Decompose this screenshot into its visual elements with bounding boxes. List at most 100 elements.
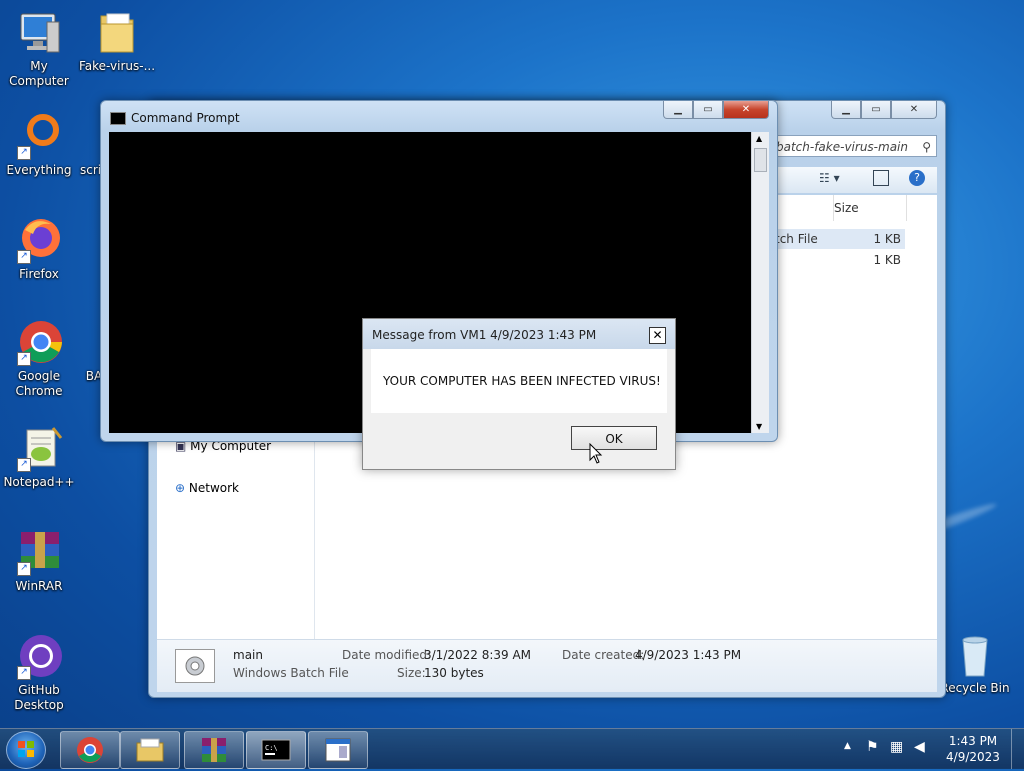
minimize-button[interactable]: ▁ xyxy=(663,101,693,119)
minimize-button[interactable]: ▁ xyxy=(831,101,861,119)
taskbar-chrome[interactable] xyxy=(60,731,120,769)
cmd-window-title: Command Prompt xyxy=(131,111,240,125)
batch-file-large-icon xyxy=(175,649,215,683)
help-icon[interactable]: ? xyxy=(909,170,925,186)
desktop-icon-script[interactable]: scri xyxy=(60,112,100,178)
close-icon: ✕ xyxy=(652,328,663,342)
file-row[interactable]: 1 KB xyxy=(775,250,905,270)
shortcut-arrow-icon: ↗ xyxy=(17,458,31,472)
shortcut-arrow-icon: ↗ xyxy=(17,146,31,160)
dialog-close-button[interactable]: ✕ xyxy=(649,327,666,344)
network-icon: ⊕ xyxy=(175,481,186,495)
desktop-icon-github[interactable]: ↗ GitHub Desktop xyxy=(0,632,78,713)
maximize-button[interactable]: ▭ xyxy=(861,101,891,119)
desktop-icon-label: Notepad++ xyxy=(3,475,75,489)
desktop-icon-notepadpp[interactable]: ↗ Notepad++ xyxy=(0,424,78,490)
vertical-scrollbar[interactable]: ▲ ▼ xyxy=(751,132,769,433)
minimize-icon: ▁ xyxy=(842,104,850,115)
desktop-icon-label: Fake-virus-... xyxy=(78,59,156,73)
notepadpp-icon: ↗ xyxy=(15,424,63,472)
desktop-icon-fake-virus-folder[interactable]: Fake-virus-... xyxy=(78,8,156,74)
volume-muted-icon[interactable]: ◀ xyxy=(914,739,925,755)
everything-icon: ↗ xyxy=(15,112,63,160)
taskbar-winrar[interactable] xyxy=(184,731,244,769)
shortcut-arrow-icon: ↗ xyxy=(17,562,31,576)
maximize-icon: ▭ xyxy=(703,104,713,115)
recycle-bin-icon xyxy=(951,630,999,678)
file-type: tch File xyxy=(775,232,818,246)
dialog-body: YOUR COMPUTER HAS BEEN INFECTED VIRUS! xyxy=(371,349,667,413)
desktop-icon-label: Firefox xyxy=(19,267,59,281)
address-bar[interactable]: batch-fake-virus-main ⚲ xyxy=(769,135,937,157)
size-value: 130 bytes xyxy=(424,666,484,680)
maximize-icon: ▭ xyxy=(871,104,881,115)
clock[interactable]: 1:43 PM 4/9/2023 xyxy=(940,733,1006,765)
preview-pane-icon[interactable] xyxy=(873,170,889,186)
date-created-value: 4/9/2023 1:43 PM xyxy=(635,648,742,662)
desktop-icon-label: My Computer xyxy=(9,59,69,88)
file-size: 1 KB xyxy=(873,232,901,246)
cmd-caption-buttons: ▁ ▭ ✕ xyxy=(663,101,769,119)
file-row[interactable]: tch File 1 KB xyxy=(775,229,905,249)
shortcut-arrow-icon: ↗ xyxy=(17,352,31,366)
winrar-icon xyxy=(202,738,226,762)
show-hidden-icons-icon[interactable]: ▲ xyxy=(844,741,851,751)
taskbar: C:\ ▲ ⚑ ▦ ◀ 1:43 PM 4/9/2023 xyxy=(0,728,1024,769)
desktop-icon-chrome[interactable]: ↗ Google Chrome xyxy=(0,318,78,399)
desktop-icon-label: Google Chrome xyxy=(15,369,63,398)
toolbar: ☷ ▾ ? xyxy=(775,167,937,193)
minimize-icon: ▁ xyxy=(674,104,682,115)
close-button[interactable]: ✕ xyxy=(723,101,769,119)
svg-text:C:\: C:\ xyxy=(265,744,278,752)
desktop-icon-winrar[interactable]: ↗ WinRAR xyxy=(0,528,78,594)
cmd-title-icon xyxy=(110,112,126,125)
folder-icon xyxy=(136,738,164,762)
close-icon: ✕ xyxy=(741,104,751,115)
start-button[interactable] xyxy=(6,731,46,769)
scroll-up-icon[interactable]: ▲ xyxy=(756,134,762,143)
details-pane: main Windows Batch File Date modified: 3… xyxy=(157,639,937,692)
network-status-icon[interactable]: ▦ xyxy=(890,739,903,755)
my-computer-icon xyxy=(15,8,63,56)
desktop-icon-label: scri xyxy=(80,163,100,177)
explorer-caption-buttons: ▁ ▭ ✕ xyxy=(831,101,937,119)
close-button[interactable]: ✕ xyxy=(891,101,937,119)
message-dialog[interactable]: Message from VM1 4/9/2023 1:43 PM ✕ YOUR… xyxy=(362,318,676,470)
close-icon: ✕ xyxy=(909,104,919,115)
desktop-icon-my-computer[interactable]: My Computer xyxy=(0,8,78,89)
date-created-label: Date created: xyxy=(562,648,645,662)
chrome-icon xyxy=(77,737,103,763)
github-icon: ↗ xyxy=(15,632,63,680)
window-app-icon xyxy=(325,738,351,762)
view-options-icon[interactable]: ☷ ▾ xyxy=(819,171,840,185)
search-icon[interactable]: ⚲ xyxy=(922,136,931,158)
script-file-icon xyxy=(70,112,90,160)
desktop-icon-recycle-bin[interactable]: Recycle Bin xyxy=(936,630,1014,696)
chrome-icon: ↗ xyxy=(15,318,63,366)
windows-logo-icon xyxy=(18,741,34,757)
desktop-icon-label: WinRAR xyxy=(15,579,63,593)
ok-button[interactable]: OK xyxy=(571,426,657,450)
clock-date: 4/9/2023 xyxy=(946,750,1000,764)
column-header-size[interactable]: Size xyxy=(833,195,907,221)
desktop-icon-label: GitHub Desktop xyxy=(14,683,64,712)
taskbar-app[interactable] xyxy=(308,731,368,769)
scroll-down-icon[interactable]: ▼ xyxy=(756,422,762,431)
scroll-thumb[interactable] xyxy=(754,148,767,172)
maximize-button[interactable]: ▭ xyxy=(693,101,723,119)
details-name: main xyxy=(233,648,263,662)
firefox-icon: ↗ xyxy=(15,216,63,264)
nav-item-network[interactable]: ⊕ Network xyxy=(175,481,239,495)
date-modified-value: 3/1/2022 8:39 AM xyxy=(424,648,532,662)
taskbar-cmd[interactable]: C:\ xyxy=(246,731,306,769)
cmd-icon: C:\ xyxy=(261,739,291,761)
taskbar-explorer[interactable] xyxy=(120,731,180,769)
desktop-icon-firefox[interactable]: ↗ Firefox xyxy=(0,216,78,282)
action-center-icon[interactable]: ⚑ xyxy=(866,739,879,755)
shortcut-arrow-icon: ↗ xyxy=(17,250,31,264)
dialog-title: Message from VM1 4/9/2023 1:43 PM xyxy=(372,328,597,342)
show-desktop-button[interactable] xyxy=(1011,729,1024,769)
dialog-title-bar: Message from VM1 4/9/2023 1:43 PM ✕ xyxy=(363,319,675,349)
file-size: 1 KB xyxy=(873,253,901,267)
address-text: batch-fake-virus-main xyxy=(776,140,908,154)
